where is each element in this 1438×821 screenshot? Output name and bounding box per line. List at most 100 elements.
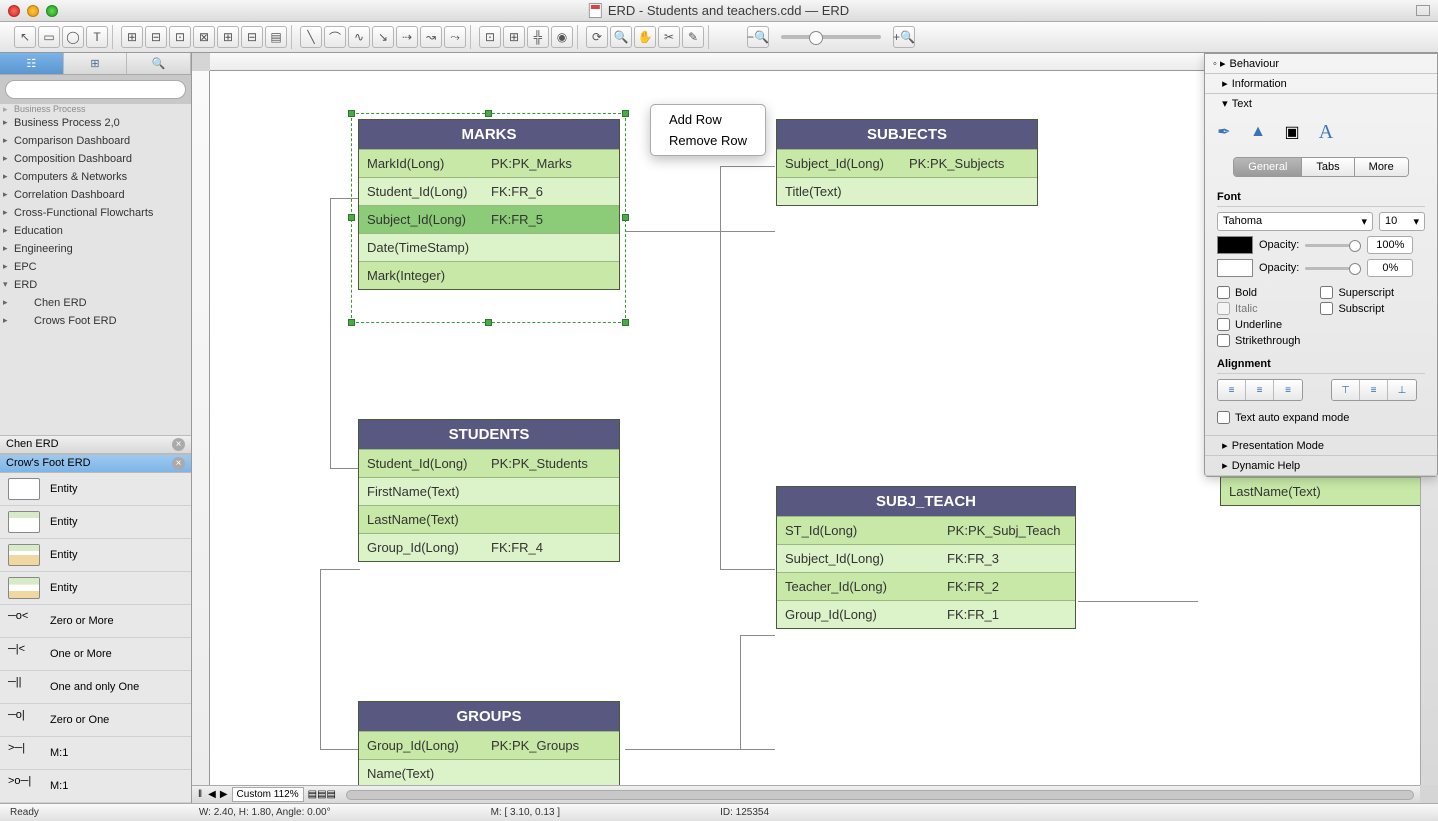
grid-view-tab[interactable]: ⊞ (64, 53, 128, 74)
panel-section-text[interactable]: ▾ Text (1205, 94, 1437, 113)
zoom-out-button[interactable]: −🔍 (747, 26, 769, 48)
highlight-icon[interactable]: ▲ (1245, 119, 1271, 145)
curve-connector-button[interactable]: ⤳ (444, 26, 466, 48)
bg-opacity-slider[interactable]: .mini-slider.left::after{left:0;right:au… (1305, 267, 1361, 270)
panel-section-help[interactable]: ▸ Dynamic Help (1205, 456, 1437, 475)
panel-tab-more[interactable]: More (1355, 158, 1408, 176)
shadow-icon[interactable]: ▣ (1279, 119, 1305, 145)
context-menu-add-row[interactable]: Add Row (651, 109, 765, 130)
glue-tool-button[interactable]: ◉ (551, 26, 573, 48)
panel-section-behaviour[interactable]: ◦ ▸ Behaviour (1205, 54, 1437, 73)
entity-subj-teach[interactable]: SUBJ_TEACH ST_Id(Long)PK:PK_Subj_Teach S… (776, 486, 1076, 629)
stencil-tab-selected[interactable]: Crow's Foot ERD× (0, 454, 191, 473)
stencil-tab[interactable]: Chen ERD× (0, 435, 191, 454)
stencil-item[interactable]: Entity (0, 572, 191, 605)
zoom-in-button[interactable]: +🔍 (893, 26, 915, 48)
font-family-select[interactable]: Tahoma ▾ (1217, 212, 1373, 231)
zoom-select[interactable]: Custom 112% (232, 787, 304, 802)
connector-tool-button[interactable]: ↘ (372, 26, 394, 48)
valign-top-button[interactable]: ⊤ (1332, 380, 1360, 400)
stencil-item[interactable]: Entity (0, 539, 191, 572)
underline-pen-icon[interactable]: ✒ (1211, 119, 1237, 145)
zoom-window-button[interactable] (46, 5, 58, 17)
stencil-item[interactable]: ─o<Zero or More (0, 605, 191, 638)
valign-middle-button[interactable]: ≡ (1360, 380, 1388, 400)
pointer-tool-button[interactable]: ↖ (14, 26, 36, 48)
panel-tab-tabs[interactable]: Tabs (1302, 158, 1354, 176)
zoom-tool-button[interactable]: 🔍 (610, 26, 632, 48)
round-connector-button[interactable]: ↝ (420, 26, 442, 48)
line-tool-button[interactable]: ╲ (300, 26, 322, 48)
sidebar-subcategory[interactable]: Crows Foot ERD (0, 312, 191, 330)
grid-tool-button[interactable]: ⊞ (503, 26, 525, 48)
stencil-item[interactable]: >o─|M:1 (0, 770, 191, 803)
entity-marks[interactable]: MARKS MarkId(Long)PK:PK_Marks Student_Id… (358, 119, 620, 290)
underline-checkbox[interactable] (1217, 318, 1230, 331)
panel-tab-general[interactable]: General (1234, 158, 1302, 176)
snap-tool-button[interactable]: ⊡ (479, 26, 501, 48)
sidebar-subcategory[interactable]: Chen ERD (0, 294, 191, 312)
subscript-checkbox[interactable] (1320, 302, 1333, 315)
valign-bottom-button[interactable]: ⊥ (1388, 380, 1416, 400)
sidebar-category[interactable]: Business Process 2,0 (0, 114, 191, 132)
sidebar-category[interactable]: Composition Dashboard (0, 150, 191, 168)
text-opacity-slider[interactable] (1305, 244, 1361, 247)
maximize-icon[interactable] (1416, 5, 1430, 16)
panel-section-presentation[interactable]: ▸ Presentation Mode (1205, 436, 1437, 455)
search-tab[interactable]: 🔍 (127, 53, 191, 74)
italic-checkbox[interactable] (1217, 302, 1230, 315)
crop-tool-button[interactable]: ✂ (658, 26, 680, 48)
minimize-window-button[interactable] (27, 5, 39, 17)
sidebar-category-erd[interactable]: ERD (0, 276, 191, 294)
align-tool-button[interactable]: ⊡ (169, 26, 191, 48)
strike-checkbox[interactable] (1217, 334, 1230, 347)
stencil-item[interactable]: ─|<One or More (0, 638, 191, 671)
pan-tool-button[interactable]: ✋ (634, 26, 656, 48)
entity-students[interactable]: STUDENTS Student_Id(Long)PK:PK_Students … (358, 419, 620, 562)
text-tool-button[interactable]: T (86, 26, 108, 48)
sidebar-category[interactable]: EPC (0, 258, 191, 276)
sidebar-category[interactable]: Cross-Functional Flowcharts (0, 204, 191, 222)
zoom-slider[interactable] (781, 35, 881, 39)
sidebar-category[interactable]: Computers & Networks (0, 168, 191, 186)
bold-checkbox[interactable] (1217, 286, 1230, 299)
align-center-button[interactable]: ≡ (1246, 380, 1274, 400)
stencil-item[interactable]: >─o|M:1 (0, 803, 191, 804)
entity-subjects[interactable]: SUBJECTS Subject_Id(Long)PK:PK_Subjects … (776, 119, 1038, 206)
library-search-input[interactable] (5, 80, 186, 99)
layer-tool-button[interactable]: ▤ (265, 26, 287, 48)
rectangle-tool-button[interactable]: ▭ (38, 26, 60, 48)
sidebar-category[interactable]: Comparison Dashboard (0, 132, 191, 150)
close-window-button[interactable] (8, 5, 20, 17)
context-menu-remove-row[interactable]: Remove Row (651, 130, 765, 151)
text-opacity-value[interactable]: 100% (1367, 236, 1413, 254)
bg-color-swatch[interactable] (1217, 259, 1253, 277)
arc-tool-button[interactable]: ⌒ (324, 26, 346, 48)
bg-opacity-value[interactable]: 0% (1367, 259, 1413, 277)
auto-expand-checkbox[interactable] (1217, 411, 1230, 424)
panel-section-information[interactable]: ▸ Information (1205, 74, 1437, 93)
align-right-button[interactable]: ≡ (1274, 380, 1302, 400)
group-tool-button[interactable]: ⊞ (217, 26, 239, 48)
close-icon[interactable]: × (172, 457, 185, 470)
erase-tool-button[interactable]: ✎ (682, 26, 704, 48)
ellipse-tool-button[interactable]: ◯ (62, 26, 84, 48)
page-tab-icon[interactable]: ▤▤▤ (308, 789, 336, 800)
library-tab[interactable]: ☷ (0, 53, 64, 74)
sidebar-category[interactable]: Education (0, 222, 191, 240)
stencil-item[interactable]: Entity (0, 473, 191, 506)
horizontal-scrollbar[interactable] (346, 790, 1414, 800)
sidebar-category[interactable]: Business Process (0, 104, 191, 114)
ungroup-tool-button[interactable]: ⊟ (241, 26, 263, 48)
sidebar-category[interactable]: Correlation Dashboard (0, 186, 191, 204)
font-icon[interactable]: A (1313, 119, 1339, 145)
guides-tool-button[interactable]: ╬ (527, 26, 549, 48)
rotate-tool-button[interactable]: ⟳ (586, 26, 608, 48)
tree-tool-button[interactable]: ⊞ (121, 26, 143, 48)
entity-groups[interactable]: GROUPS Group_Id(Long)PK:PK_Groups Name(T… (358, 701, 620, 785)
superscript-checkbox[interactable] (1320, 286, 1333, 299)
close-icon[interactable]: × (172, 438, 185, 451)
stencil-item[interactable]: >─|M:1 (0, 737, 191, 770)
smart-connector-button[interactable]: ⇢ (396, 26, 418, 48)
stencil-item[interactable]: ─o|Zero or One (0, 704, 191, 737)
